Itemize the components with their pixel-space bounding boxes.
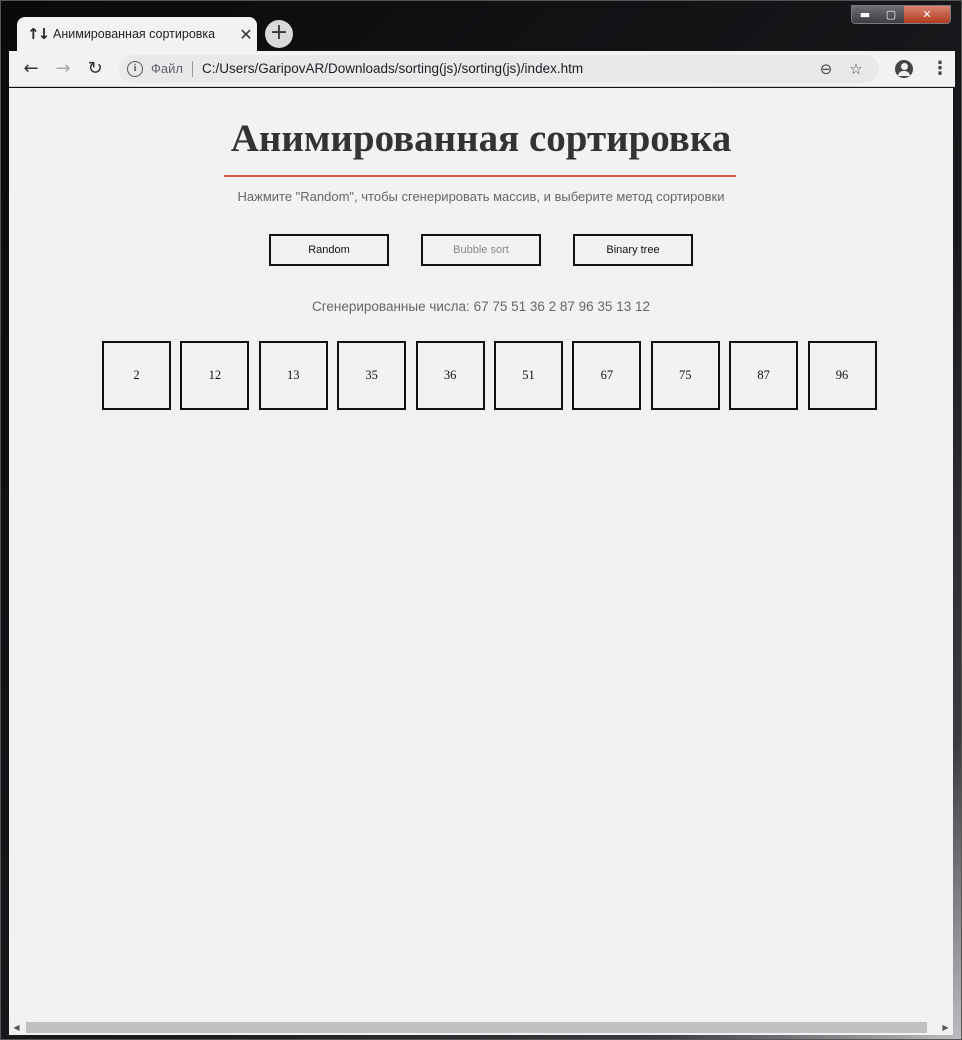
browser-tab[interactable]: ↑↓ Анимированная сортировка ✕: [17, 17, 257, 51]
random-button[interactable]: Random: [269, 234, 389, 266]
tab-title: Анимированная сортировка: [53, 27, 216, 41]
back-button[interactable]: ←: [15, 58, 47, 79]
minimize-button[interactable]: ▬: [852, 6, 878, 23]
number-box: 36: [415, 341, 485, 410]
generated-values: 67 75 51 36 2 87 96 35 13 12: [473, 299, 650, 314]
info-icon[interactable]: i: [127, 60, 143, 77]
reload-button[interactable]: ↻: [79, 58, 111, 79]
forward-button[interactable]: →: [47, 58, 79, 79]
browser-toolbar: ← → ↻ i Файл C:/Users/GaripovAR/Download…: [9, 51, 955, 87]
browser-window: ↑↓ Анимированная сортировка ✕ + ▬ ▢ ✕ ← …: [0, 0, 962, 1040]
sort-arrows-icon: ↑↓: [27, 25, 50, 43]
bubble-sort-button[interactable]: Bubble sort: [421, 234, 541, 266]
number-box: 75: [650, 341, 720, 410]
horizontal-scrollbar[interactable]: ◀ ▶: [9, 1020, 953, 1035]
menu-icon[interactable]: ⋮: [931, 58, 949, 79]
number-box: 96: [807, 341, 877, 410]
generated-numbers: Сгенерированные числа: 67 75 51 36 2 87 …: [9, 299, 953, 314]
scrollbar-thumb[interactable]: [26, 1022, 927, 1033]
scheme-label: Файл: [151, 61, 183, 76]
close-icon[interactable]: ✕: [235, 25, 257, 44]
number-box: 35: [337, 341, 407, 410]
scroll-left-icon[interactable]: ◀: [9, 1020, 24, 1035]
account-icon[interactable]: [895, 59, 913, 78]
sorted-boxes: 2 12 13 35 36 51 67 75 87 96: [102, 341, 877, 410]
window-controls: ▬ ▢ ✕: [851, 5, 951, 24]
number-box: 2: [102, 341, 171, 410]
title-underline: [224, 175, 736, 177]
number-box: 67: [572, 341, 642, 410]
number-box: 87: [729, 341, 799, 410]
address-divider: [191, 60, 193, 77]
page-title: Анимированная сортировка: [230, 117, 732, 160]
page-content: Анимированная сортировка Нажмите "Random…: [9, 88, 953, 1020]
url-text[interactable]: C:/Users/GaripovAR/Downloads/sorting(js)…: [202, 61, 811, 76]
address-bar[interactable]: i Файл C:/Users/GaripovAR/Downloads/sort…: [119, 54, 879, 83]
scroll-right-icon[interactable]: ▶: [938, 1020, 953, 1035]
new-tab-button[interactable]: +: [265, 20, 293, 48]
page-subtitle: Нажмите "Random", чтобы сгенерировать ма…: [237, 189, 725, 204]
bookmark-star-icon[interactable]: ☆: [841, 60, 871, 78]
binary-tree-button[interactable]: Binary tree: [573, 234, 693, 266]
zoom-out-icon[interactable]: ⊖: [811, 60, 841, 78]
number-box: 13: [258, 341, 328, 410]
generated-label: Сгенерированные числа:: [312, 299, 470, 314]
maximize-button[interactable]: ▢: [878, 6, 904, 23]
number-box: 12: [180, 341, 250, 410]
number-box: 51: [493, 341, 563, 410]
close-window-button[interactable]: ✕: [904, 6, 950, 23]
